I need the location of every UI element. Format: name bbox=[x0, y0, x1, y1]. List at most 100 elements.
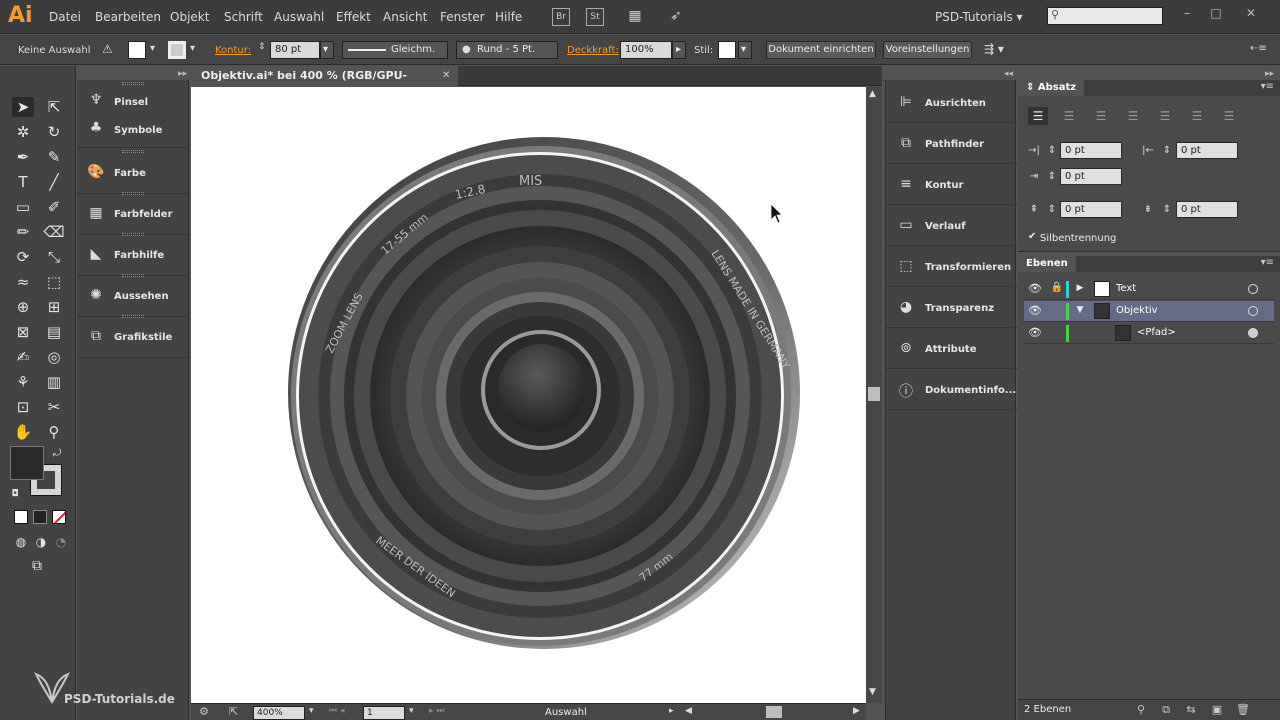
panel-grafikstile[interactable]: ⧉ Grafikstile bbox=[77, 318, 189, 358]
layer-row-text[interactable]: 👁 🔒 ▶ Text bbox=[1024, 279, 1274, 300]
minimize-icon[interactable]: – bbox=[1180, 6, 1194, 20]
stepper-icon[interactable]: ⇕ bbox=[1161, 201, 1173, 218]
scroll-right-icon[interactable]: ▶ bbox=[853, 706, 860, 716]
perspective-tool-icon[interactable]: ⊞ bbox=[43, 297, 65, 317]
justify-center-icon[interactable]: ☰ bbox=[1155, 107, 1175, 125]
maximize-icon[interactable]: □ bbox=[1209, 6, 1223, 20]
none-mode-icon[interactable] bbox=[52, 510, 66, 524]
chevron-down-icon[interactable]: ▾ bbox=[190, 43, 195, 54]
hyphenation-checkbox[interactable]: ✔ bbox=[1028, 231, 1036, 242]
expand-triangle-icon[interactable]: ▶ bbox=[1074, 283, 1086, 295]
indent-left-field[interactable]: 0 pt bbox=[1060, 142, 1122, 159]
chevron-down-icon[interactable]: ▾ bbox=[409, 706, 414, 716]
panel-pathfinder[interactable]: ⧉ Pathfinder bbox=[886, 123, 1017, 164]
bridge-button[interactable]: Br bbox=[552, 8, 570, 26]
style-swatch[interactable] bbox=[718, 41, 736, 59]
panel-symbole[interactable]: ♣ Symbole bbox=[77, 114, 189, 148]
stepper-icon[interactable]: ⇕ bbox=[1161, 142, 1173, 159]
scroll-up-icon[interactable]: ▲ bbox=[869, 89, 876, 99]
rectangle-tool-icon[interactable]: ▭ bbox=[12, 197, 34, 217]
scroll-down-icon[interactable]: ▼ bbox=[869, 687, 876, 697]
align-right-icon[interactable]: ☰ bbox=[1091, 107, 1111, 125]
new-layer-icon[interactable]: ▣ bbox=[1210, 703, 1224, 717]
panel-verlauf[interactable]: ▭ Verlauf bbox=[886, 205, 1017, 246]
document-tab[interactable]: Objektiv.ai* bei 400 % (RGB/GPU-Vorschau… bbox=[190, 66, 458, 102]
panel-farbe[interactable]: 🎨 Farbe bbox=[77, 154, 189, 194]
panel-farbhilfe[interactable]: ◣ Farbhilfe bbox=[77, 236, 189, 276]
artboard-canvas[interactable]: MIS 1:2.8 17-55 mm ZOOM LENS LENS MADE I… bbox=[191, 87, 866, 703]
stroke-swatch[interactable] bbox=[168, 41, 186, 59]
menu-bearbeiten[interactable]: Bearbeiten bbox=[95, 10, 161, 24]
stroke-label[interactable]: Kontur: bbox=[215, 45, 251, 56]
pencil-tool-icon[interactable]: ✏ bbox=[12, 222, 34, 242]
target-icon[interactable] bbox=[1248, 306, 1258, 316]
opacity-label[interactable]: Deckkraft: bbox=[567, 45, 619, 56]
opacity-field[interactable]: 100% bbox=[620, 41, 672, 59]
default-colors-icon[interactable]: ◘ bbox=[9, 484, 21, 504]
graph-tool-icon[interactable]: ▥ bbox=[43, 372, 65, 392]
slice-tool-icon[interactable]: ✂ bbox=[43, 397, 65, 417]
align-center-icon[interactable]: ☰ bbox=[1059, 107, 1079, 125]
panel-menu-icon[interactable]: ▾≡ bbox=[1261, 257, 1274, 268]
preferences-button[interactable]: Voreinstellungen bbox=[883, 41, 972, 59]
layer-row-objektiv[interactable]: 👁 ▼ Objektiv bbox=[1024, 301, 1274, 322]
chevron-down-icon[interactable]: ▾ bbox=[150, 43, 155, 54]
search-input[interactable] bbox=[1047, 7, 1163, 25]
chevron-down-icon[interactable]: ▾ bbox=[309, 706, 314, 716]
line-tool-icon[interactable]: ╱ bbox=[43, 172, 65, 192]
panel-transformieren[interactable]: ⬚ Transformieren bbox=[886, 246, 1017, 287]
space-before-field[interactable]: 0 pt bbox=[1060, 201, 1122, 218]
hand-tool-icon[interactable]: ✋ bbox=[12, 422, 34, 442]
share-icon[interactable]: ⇱ bbox=[229, 705, 238, 718]
draw-normal-icon[interactable]: ◍ bbox=[10, 532, 32, 552]
stepper-icon[interactable]: ⇕ bbox=[258, 42, 266, 52]
symbol-sprayer-tool-icon[interactable]: ⚘ bbox=[12, 372, 34, 392]
panel-dokumentinfo[interactable]: ⓘ Dokumentinfo... bbox=[886, 369, 1017, 410]
scale-tool-icon[interactable]: ⤡ bbox=[43, 247, 65, 267]
panel-farbfelder[interactable]: ▦ Farbfelder bbox=[77, 195, 189, 235]
brush-dropdown[interactable]: Rund - 5 Pt. bbox=[456, 41, 558, 59]
stepper-icon[interactable]: ⇕ bbox=[1046, 142, 1058, 159]
shape-builder-tool-icon[interactable]: ⊕ bbox=[12, 297, 34, 317]
stock-button[interactable]: St bbox=[586, 8, 604, 26]
mesh-tool-icon[interactable]: ⊠ bbox=[12, 322, 34, 342]
draw-inside-icon[interactable]: ◔ bbox=[50, 532, 72, 552]
artboard-tool-icon[interactable]: ⊡ bbox=[12, 397, 34, 417]
lock-icon[interactable]: 🔒 bbox=[1050, 282, 1064, 296]
stepper-icon[interactable]: ⇕ bbox=[1046, 168, 1058, 185]
eyedropper-tool-icon[interactable]: ✍ bbox=[12, 347, 34, 367]
justify-right-icon[interactable]: ☰ bbox=[1187, 107, 1207, 125]
last-page-icon[interactable]: ▸ ⏭ bbox=[429, 706, 444, 716]
zoom-tool-icon[interactable]: ⚲ bbox=[43, 422, 65, 442]
chevron-down-icon[interactable]: ▾ bbox=[738, 41, 752, 59]
lasso-tool-icon[interactable]: ↻ bbox=[43, 122, 65, 142]
free-transform-tool-icon[interactable]: ⬚ bbox=[43, 272, 65, 292]
swap-colors-icon[interactable]: ⤾ bbox=[50, 444, 64, 464]
visibility-eye-icon[interactable]: 👁 bbox=[1028, 326, 1042, 340]
pen-tool-icon[interactable]: ✒ bbox=[12, 147, 34, 167]
first-line-indent-field[interactable]: 0 pt bbox=[1060, 168, 1122, 185]
arrange-icon[interactable]: ⇶ ▾ bbox=[984, 42, 1004, 56]
menu-auswahl[interactable]: Auswahl bbox=[274, 10, 324, 24]
close-icon[interactable]: ✕ bbox=[1244, 6, 1258, 20]
align-left-icon[interactable]: ☰ bbox=[1028, 107, 1048, 125]
gradient-tool-icon[interactable]: ▤ bbox=[43, 322, 65, 342]
first-page-icon[interactable]: ⏮ ◂ bbox=[329, 706, 344, 716]
menu-hilfe[interactable]: Hilfe bbox=[495, 10, 522, 24]
justify-left-icon[interactable]: ☰ bbox=[1123, 107, 1143, 125]
chevron-down-icon[interactable]: ▾ bbox=[320, 41, 334, 59]
locate-object-icon[interactable]: ⚲ bbox=[1134, 703, 1148, 717]
zoom-field[interactable]: 400% bbox=[253, 706, 305, 720]
curvature-tool-icon[interactable]: ✎ bbox=[43, 147, 65, 167]
gpu-performance-icon[interactable]: ➶ bbox=[667, 8, 685, 26]
workspace-switcher[interactable]: PSD-Tutorials ▾ bbox=[935, 10, 1023, 24]
magic-wand-tool-icon[interactable]: ✲ bbox=[12, 122, 34, 142]
lens-artwork[interactable]: MIS 1:2.8 17-55 mm ZOOM LENS LENS MADE I… bbox=[191, 87, 866, 703]
target-icon[interactable] bbox=[1248, 284, 1258, 294]
indent-right-field[interactable]: 0 pt bbox=[1176, 142, 1238, 159]
menu-objekt[interactable]: Objekt bbox=[170, 10, 209, 24]
color-mode-icon[interactable] bbox=[14, 510, 28, 524]
type-tool-icon[interactable]: T bbox=[12, 172, 34, 192]
chevron-right-icon[interactable]: ▸ bbox=[672, 41, 686, 59]
clipping-mask-icon[interactable]: ⧉ bbox=[1159, 703, 1173, 717]
